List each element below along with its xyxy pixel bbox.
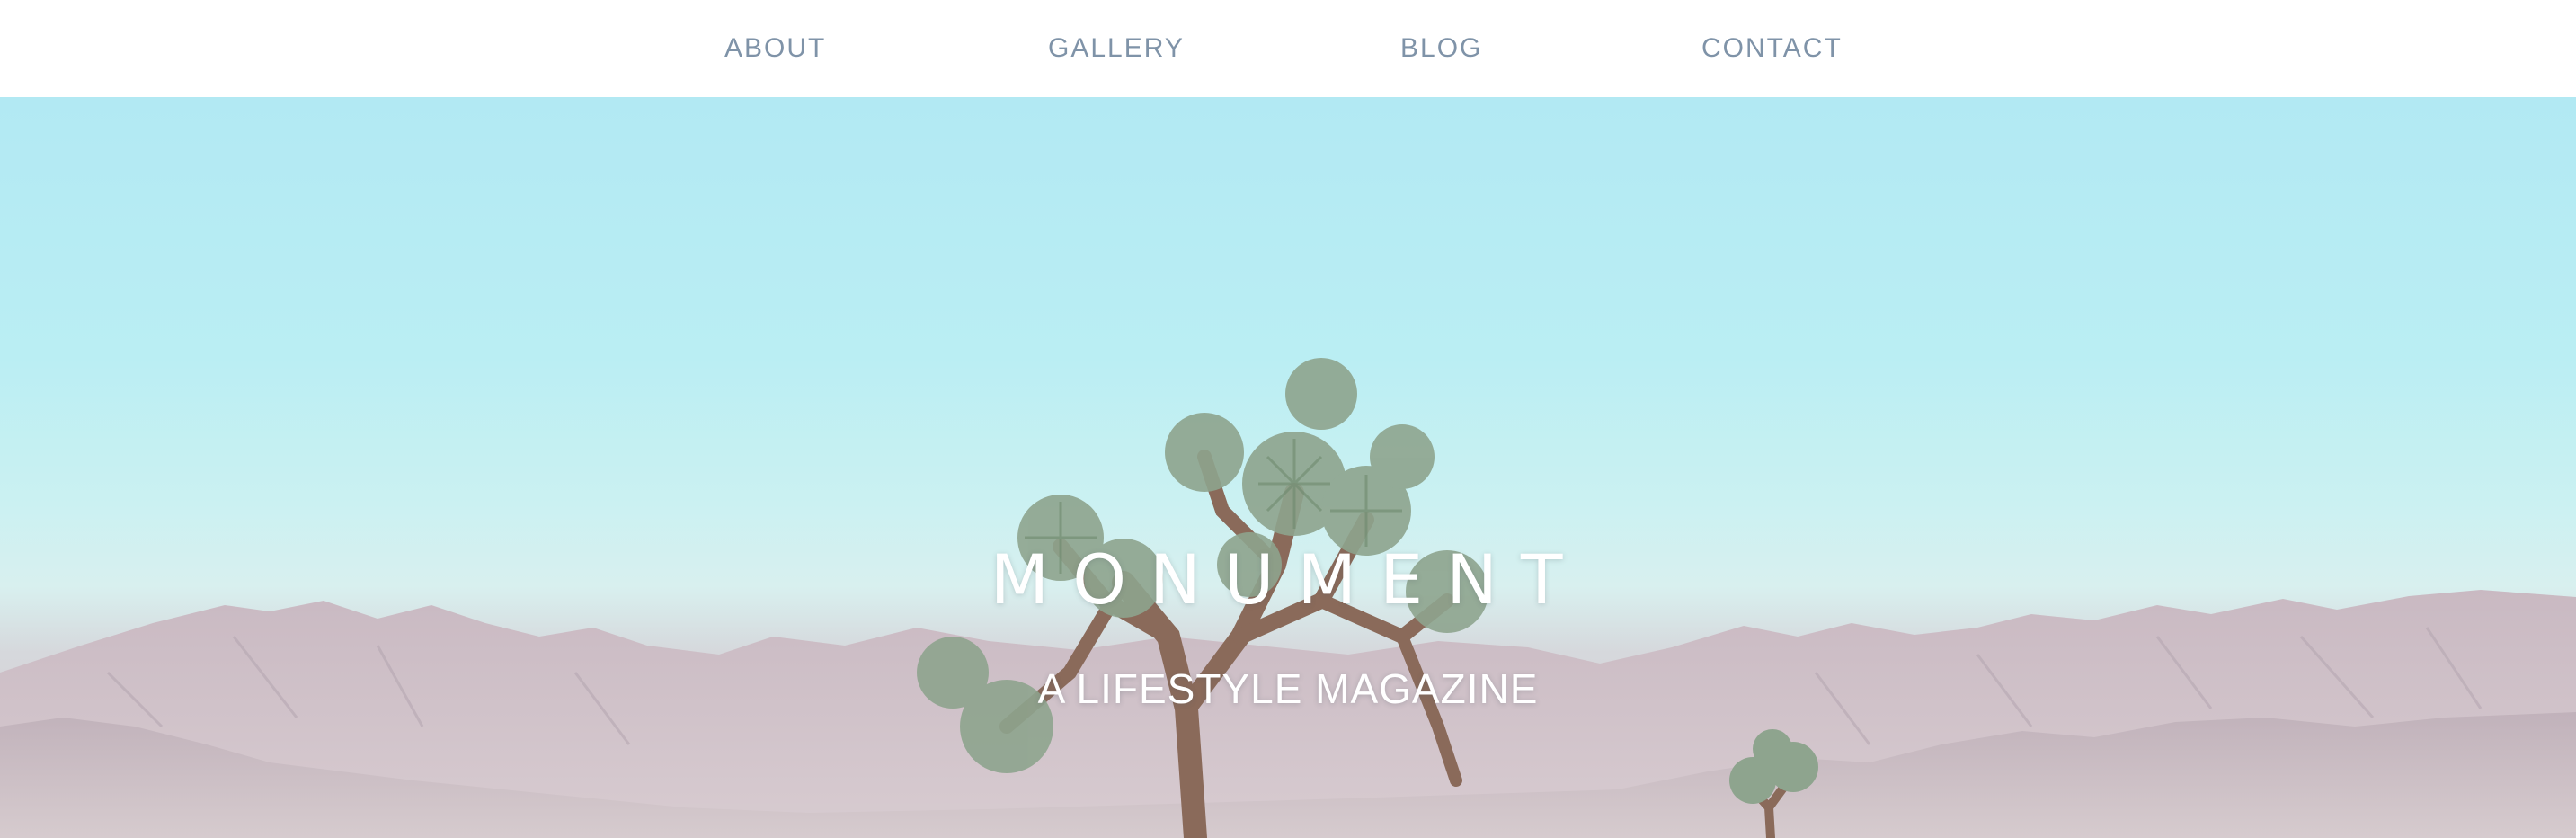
site-title: MONUMENT — [990, 539, 1586, 620]
nav-link-about[interactable]: ABOUT — [724, 31, 826, 67]
site-tagline: A LIFESTYLE MAGAZINE — [1037, 665, 1539, 712]
hero-background-image — [0, 358, 2576, 838]
nav-link-gallery[interactable]: GALLERY — [1048, 31, 1185, 67]
nav-link-contact[interactable]: CONTACT — [1701, 31, 1843, 67]
hero-banner: MONUMENT A LIFESTYLE MAGAZINE — [0, 97, 2576, 838]
top-navigation: ABOUT GALLERY BLOG CONTACT — [0, 0, 2576, 97]
nav-link-blog[interactable]: BLOG — [1400, 31, 1482, 67]
